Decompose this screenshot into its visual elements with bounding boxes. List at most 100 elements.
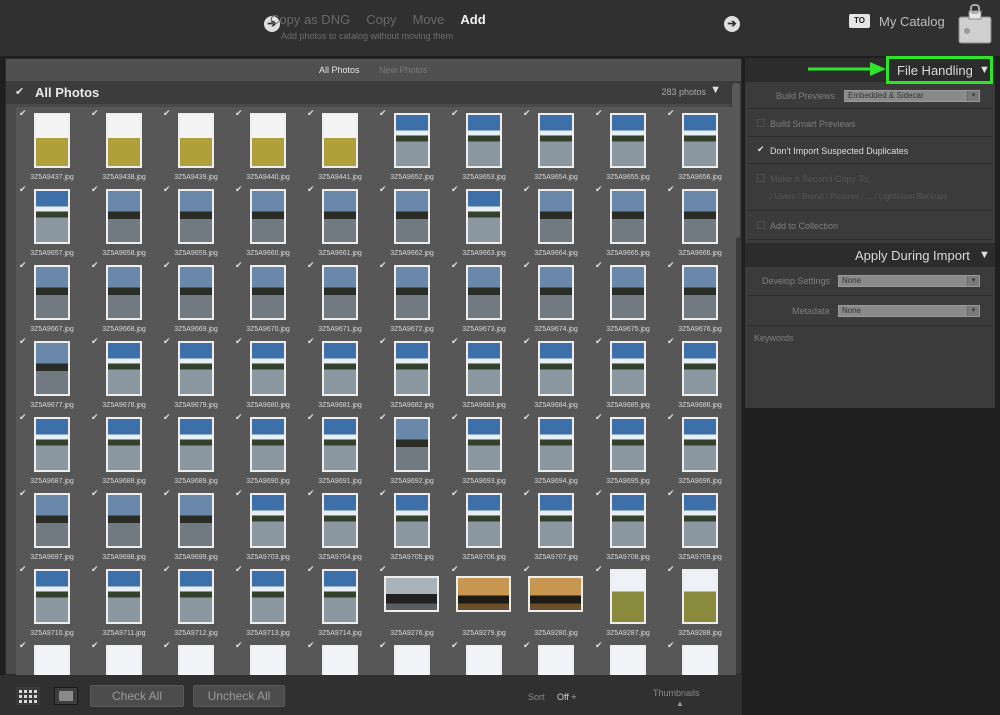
collapse-triangle-icon[interactable]: ▼ (710, 84, 721, 96)
thumbnail-checkbox[interactable]: ✔ (163, 412, 171, 422)
thumbnail-checkbox[interactable]: ✔ (91, 336, 99, 346)
thumbnail-checkbox[interactable]: ✔ (163, 260, 171, 270)
thumbnail-cell[interactable]: ✔ 3Z5A9705.jpg (376, 487, 448, 563)
thumbnail-checkbox[interactable]: ✔ (163, 564, 171, 574)
thumbnail-cell[interactable]: ✔ 3Z5A9669.jpg (160, 259, 232, 335)
thumbnail-cell[interactable]: ✔ (520, 639, 592, 700)
thumbnail-cell[interactable]: ✔ (664, 639, 736, 700)
thumbnail-checkbox[interactable]: ✔ (307, 108, 315, 118)
thumbnail-cell[interactable]: ✔ 3Z5A9288.jpg (664, 563, 736, 639)
catalog-name[interactable]: My Catalog (879, 14, 945, 29)
thumbnail-checkbox[interactable]: ✔ (163, 640, 171, 650)
thumbnail-checkbox[interactable]: ✔ (523, 184, 531, 194)
tab-all-photos[interactable]: All Photos (319, 65, 360, 75)
thumbnail-checkbox[interactable]: ✔ (523, 640, 531, 650)
thumbnail-checkbox[interactable]: ✔ (235, 184, 243, 194)
thumbnail-cell[interactable]: ✔ 3Z5A9694.jpg (520, 411, 592, 487)
thumbnail-checkbox[interactable]: ✔ (379, 336, 387, 346)
thumbnail-cell[interactable]: ✔ 3Z5A9664.jpg (520, 183, 592, 259)
thumbnail-checkbox[interactable]: ✔ (523, 412, 531, 422)
thumbnail-cell[interactable]: ✔ 3Z5A9691.jpg (304, 411, 376, 487)
thumbnail-checkbox[interactable]: ✔ (379, 564, 387, 574)
thumbnail-checkbox[interactable]: ✔ (595, 108, 603, 118)
thumbnail-cell[interactable]: ✔ 3Z5A9663.jpg (448, 183, 520, 259)
thumbnail-checkbox[interactable]: ✔ (595, 564, 603, 574)
destination-arrow-icon[interactable]: ➔ (724, 16, 740, 32)
add-to-collection-checkbox[interactable] (757, 221, 765, 229)
apply-during-import-triangle-icon[interactable]: ▼ (979, 249, 990, 261)
mode-copy[interactable]: Copy (366, 12, 396, 27)
thumbnail-cell[interactable]: ✔ 3Z5A9440.jpg (232, 107, 304, 183)
thumbnail-checkbox[interactable]: ✔ (235, 336, 243, 346)
thumbnail-checkbox[interactable]: ✔ (379, 184, 387, 194)
thumbnail-cell[interactable]: ✔ 3Z5A9276.jpg (376, 563, 448, 639)
thumbnail-cell[interactable]: ✔ 3Z5A9670.jpg (232, 259, 304, 335)
thumbnail-cell[interactable]: ✔ 3Z5A9672.jpg (376, 259, 448, 335)
mode-move[interactable]: Move (413, 12, 445, 27)
sort-select[interactable]: Off ÷ (557, 692, 576, 702)
tab-new-photos[interactable]: New Photos (379, 65, 428, 75)
develop-settings-select[interactable]: None ▾ (838, 275, 980, 287)
thumbnail-checkbox[interactable]: ✔ (451, 564, 459, 574)
thumbnail-cell[interactable]: ✔ 3Z5A9655.jpg (592, 107, 664, 183)
thumbnail-cell[interactable]: ✔ (592, 639, 664, 700)
thumbnail-checkbox[interactable]: ✔ (595, 184, 603, 194)
thumbnail-cell[interactable]: ✔ 3Z5A9662.jpg (376, 183, 448, 259)
thumbnail-checkbox[interactable]: ✔ (451, 640, 459, 650)
thumbnail-checkbox[interactable]: ✔ (307, 260, 315, 270)
thumbnail-checkbox[interactable]: ✔ (19, 108, 27, 118)
thumbnail-cell[interactable]: ✔ (232, 639, 304, 700)
thumbnail-cell[interactable]: ✔ 3Z5A9280.jpg (520, 563, 592, 639)
thumbnail-checkbox[interactable]: ✔ (451, 184, 459, 194)
thumbnail-cell[interactable]: ✔ (376, 639, 448, 700)
thumbnail-checkbox[interactable]: ✔ (163, 336, 171, 346)
thumbnail-cell[interactable]: ✔ 3Z5A9690.jpg (232, 411, 304, 487)
thumbnail-checkbox[interactable]: ✔ (451, 260, 459, 270)
thumbnail-cell[interactable]: ✔ 3Z5A9699.jpg (160, 487, 232, 563)
thumbnail-checkbox[interactable]: ✔ (235, 640, 243, 650)
thumbnail-cell[interactable]: ✔ 3Z5A9686.jpg (664, 335, 736, 411)
thumbnail-cell[interactable]: ✔ 3Z5A9668.jpg (88, 259, 160, 335)
thumbnail-cell[interactable]: ✔ 3Z5A9679.jpg (160, 335, 232, 411)
thumbnail-cell[interactable]: ✔ (448, 639, 520, 700)
thumbnail-checkbox[interactable]: ✔ (379, 412, 387, 422)
thumbnail-cell[interactable]: ✔ 3Z5A9653.jpg (448, 107, 520, 183)
thumbnail-cell[interactable]: ✔ 3Z5A9656.jpg (664, 107, 736, 183)
thumbnail-checkbox[interactable]: ✔ (91, 488, 99, 498)
smart-previews-row[interactable]: Build Smart Previews (748, 110, 992, 137)
loupe-view-icon[interactable] (54, 687, 78, 705)
thumbnail-cell[interactable]: ✔ 3Z5A9682.jpg (376, 335, 448, 411)
thumbnail-cell[interactable]: ✔ 3Z5A9658.jpg (88, 183, 160, 259)
thumbnail-cell[interactable]: ✔ (16, 639, 88, 700)
thumbnail-checkbox[interactable]: ✔ (307, 564, 315, 574)
thumbnail-cell[interactable]: ✔ 3Z5A9696.jpg (664, 411, 736, 487)
thumbnail-cell[interactable]: ✔ 3Z5A9667.jpg (16, 259, 88, 335)
thumbnail-checkbox[interactable]: ✔ (379, 108, 387, 118)
thumbnail-cell[interactable]: ✔ 3Z5A9279.jpg (448, 563, 520, 639)
thumbnail-cell[interactable]: ✔ 3Z5A9685.jpg (592, 335, 664, 411)
thumbnail-checkbox[interactable]: ✔ (19, 640, 27, 650)
thumbnail-checkbox[interactable]: ✔ (451, 488, 459, 498)
thumbnail-checkbox[interactable]: ✔ (235, 564, 243, 574)
apply-during-import-header[interactable]: Apply During Import ▼ (745, 243, 995, 267)
thumbnail-checkbox[interactable]: ✔ (91, 564, 99, 574)
thumbnail-cell[interactable]: ✔ 3Z5A9678.jpg (88, 335, 160, 411)
thumbnail-checkbox[interactable]: ✔ (379, 260, 387, 270)
thumbnail-cell[interactable]: ✔ 3Z5A9657.jpg (16, 183, 88, 259)
thumbnail-cell[interactable]: ✔ 3Z5A9712.jpg (160, 563, 232, 639)
thumbnail-cell[interactable]: ✔ 3Z5A9693.jpg (448, 411, 520, 487)
thumbnail-cell[interactable]: ✔ 3Z5A9687.jpg (16, 411, 88, 487)
thumbnail-checkbox[interactable]: ✔ (91, 184, 99, 194)
thumbnail-checkbox[interactable]: ✔ (667, 336, 675, 346)
thumbnail-cell[interactable]: ✔ 3Z5A9654.jpg (520, 107, 592, 183)
mode-add[interactable]: Add (460, 12, 485, 27)
thumbnail-cell[interactable]: ✔ 3Z5A9673.jpg (448, 259, 520, 335)
thumbnail-checkbox[interactable]: ✔ (451, 336, 459, 346)
metadata-select[interactable]: None ▾ (838, 305, 980, 317)
thumbnail-cell[interactable]: ✔ 3Z5A9683.jpg (448, 335, 520, 411)
thumbnail-cell[interactable]: ✔ 3Z5A9441.jpg (304, 107, 376, 183)
check-all-button[interactable]: Check All (90, 685, 184, 707)
thumbnail-cell[interactable]: ✔ (160, 639, 232, 700)
keywords-box[interactable]: Keywords (748, 327, 992, 407)
thumbnail-checkbox[interactable]: ✔ (595, 260, 603, 270)
